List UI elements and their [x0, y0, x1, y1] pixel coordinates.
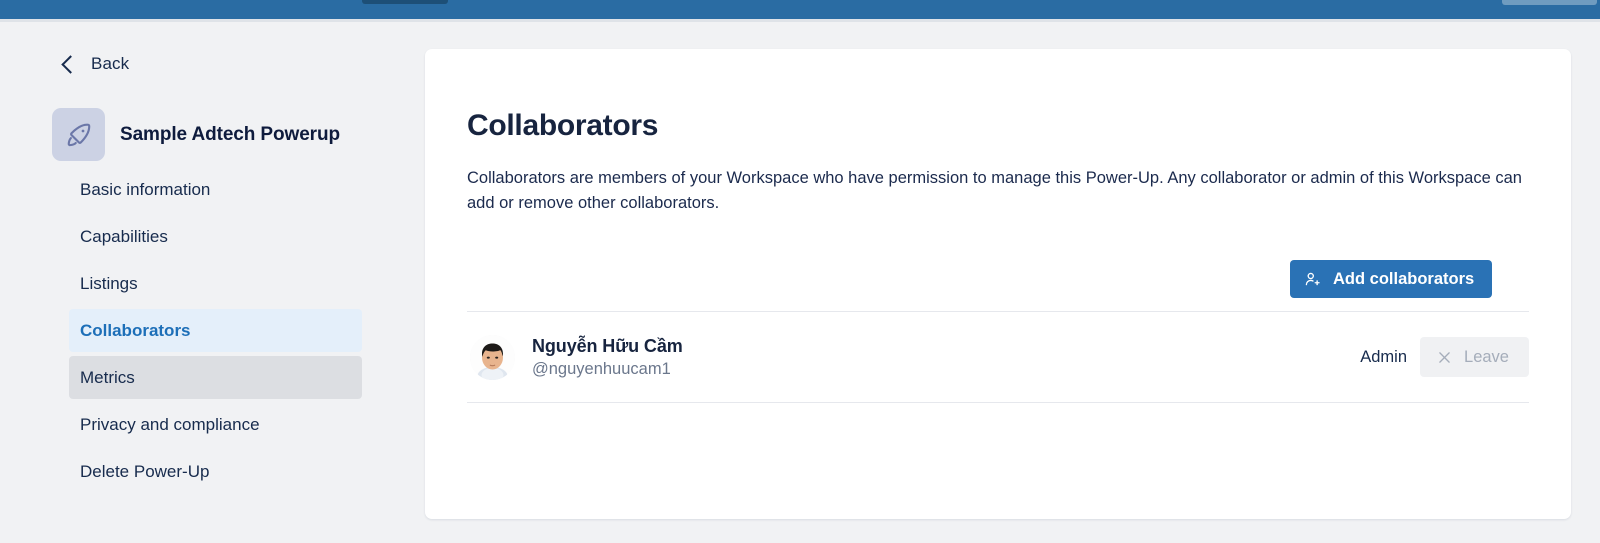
- sidebar-item-capabilities[interactable]: Capabilities: [69, 215, 362, 258]
- sidebar: Back Sample Adtech Powerup Basic informa…: [0, 22, 425, 543]
- sidebar-item-privacy-and-compliance[interactable]: Privacy and compliance: [69, 403, 362, 446]
- avatar: [470, 334, 515, 380]
- sidebar-item-basic-information[interactable]: Basic information: [69, 168, 362, 211]
- sidebar-item-label: Metrics: [80, 367, 135, 387]
- powerup-header: Sample Adtech Powerup: [52, 108, 340, 161]
- user-name: Nguyễn Hữu Cầm: [532, 335, 683, 356]
- page-title: Collaborators: [467, 109, 659, 142]
- sidebar-item-delete-power-up[interactable]: Delete Power-Up: [69, 450, 362, 493]
- sidebar-item-label: Collaborators: [80, 320, 191, 340]
- browser-tab-right[interactable]: [1502, 0, 1597, 5]
- row-actions: Admin Leave: [1360, 337, 1529, 377]
- collaborators-card: Collaborators Collaborators are members …: [425, 49, 1571, 519]
- user-identity: Nguyễn Hữu Cầm @nguyenhuucam1: [532, 336, 683, 379]
- list-divider-bottom: [467, 402, 1529, 403]
- sidebar-item-label: Privacy and compliance: [80, 414, 260, 434]
- user-handle: @nguyenhuucam1: [532, 359, 671, 378]
- sidebar-item-metrics[interactable]: Metrics: [69, 356, 362, 399]
- table-row: Nguyễn Hữu Cầm @nguyenhuucam1 Admin Leav…: [467, 312, 1529, 402]
- role-label: Admin: [1360, 347, 1408, 366]
- sidebar-item-listings[interactable]: Listings: [69, 262, 362, 305]
- add-collaborators-label: Add collaborators: [1333, 269, 1475, 288]
- leave-label: Leave: [1464, 347, 1509, 366]
- sidebar-item-label: Delete Power-Up: [80, 461, 210, 481]
- chevron-left-icon: [61, 55, 80, 74]
- sidebar-item-label: Capabilities: [80, 226, 168, 246]
- sidebar-item-collaborators[interactable]: Collaborators: [69, 309, 362, 352]
- close-x-icon: [1436, 349, 1453, 366]
- sidebar-item-label: Listings: [80, 273, 138, 293]
- powerup-title: Sample Adtech Powerup: [120, 123, 340, 145]
- back-link[interactable]: Back: [61, 54, 130, 74]
- page-description: Collaborators are members of your Worksp…: [467, 169, 1522, 212]
- add-collaborators-button[interactable]: Add collaborators: [1290, 260, 1493, 298]
- person-plus-icon: [1304, 270, 1322, 288]
- sidebar-nav: Basic information Capabilities Listings …: [69, 168, 362, 497]
- rocket-icon: [52, 108, 105, 161]
- sidebar-item-label: Basic information: [80, 179, 211, 199]
- leave-button[interactable]: Leave: [1420, 337, 1529, 377]
- page-body: Back Sample Adtech Powerup Basic informa…: [0, 22, 1600, 543]
- browser-tab-left[interactable]: [362, 0, 448, 4]
- browser-chrome-bar: [0, 0, 1600, 19]
- back-label: Back: [91, 54, 130, 73]
